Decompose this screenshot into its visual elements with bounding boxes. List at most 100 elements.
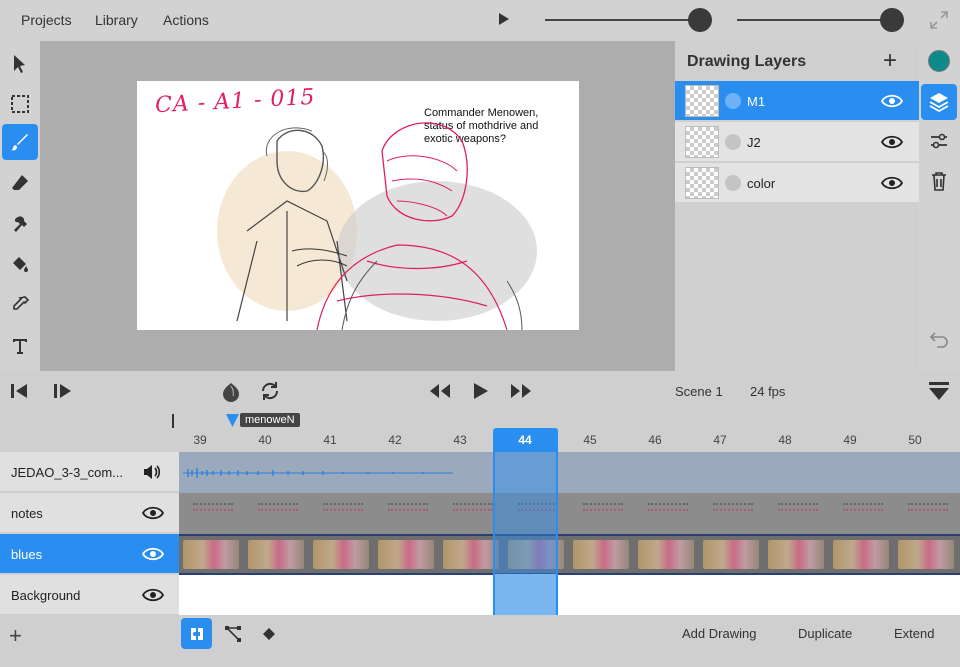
add-layer-button[interactable]: + — [883, 49, 897, 73]
track-blues[interactable]: blues — [0, 534, 179, 574]
rewind-icon[interactable] — [428, 382, 452, 400]
adjustments-button[interactable] — [921, 123, 957, 159]
note-cell[interactable] — [388, 503, 428, 511]
expand-icon[interactable] — [929, 10, 949, 30]
note-cell[interactable] — [778, 503, 818, 511]
timeline-marker-label[interactable]: menoweN — [240, 413, 300, 427]
add-track-button[interactable]: + — [9, 623, 22, 649]
canvas-area[interactable]: CA - A1 - 015 Commander Menowen, status … — [40, 41, 675, 371]
drawing-cell[interactable] — [313, 540, 369, 569]
drawing-cell[interactable] — [703, 540, 759, 569]
preview-play-icon[interactable] — [499, 13, 509, 25]
note-cell[interactable] — [453, 503, 493, 511]
marquee-icon — [11, 95, 29, 113]
undo-button[interactable] — [921, 321, 957, 357]
play-icon[interactable] — [471, 381, 489, 401]
smudge-tool[interactable] — [2, 206, 38, 242]
note-cell[interactable] — [713, 503, 753, 511]
keyframe-button[interactable] — [253, 618, 284, 649]
snap-button[interactable] — [181, 618, 212, 649]
brush-size-knob[interactable] — [688, 8, 712, 32]
duplicate-button[interactable]: Duplicate — [798, 626, 852, 641]
brush-size-slider[interactable] — [545, 19, 701, 21]
layer-settings-icon[interactable] — [725, 175, 741, 191]
track-audio[interactable]: JEDAO_3-3_com... — [0, 452, 179, 492]
note-cell[interactable] — [843, 503, 883, 511]
layer-row-color[interactable]: color — [675, 163, 919, 203]
brush-tool[interactable] — [2, 124, 38, 160]
fill-icon — [13, 257, 28, 272]
layer-settings-icon[interactable] — [725, 93, 741, 109]
note-cell[interactable] — [648, 503, 688, 511]
drawing-cell[interactable] — [833, 540, 889, 569]
collapse-icon[interactable] — [928, 381, 950, 401]
drawing-cell[interactable] — [443, 540, 499, 569]
drawing-cell[interactable] — [183, 540, 239, 569]
drawing-cell[interactable] — [768, 540, 824, 569]
menu-projects[interactable]: Projects — [21, 12, 72, 28]
layer-thumbnail — [685, 126, 719, 158]
fast-forward-icon[interactable] — [509, 382, 533, 400]
text-tool[interactable] — [2, 328, 38, 364]
layer-row-m1[interactable]: M1 — [675, 81, 919, 121]
timeline-ruler[interactable]: menoweN 39 40 41 42 43 44 45 46 47 48 49… — [0, 411, 960, 452]
onion-icon[interactable] — [220, 380, 242, 402]
note-cell[interactable] — [323, 503, 363, 511]
frame-number: 40 — [258, 433, 272, 447]
eye-icon[interactable] — [142, 587, 164, 603]
step-back-icon[interactable] — [9, 381, 29, 401]
motion-path-button[interactable] — [217, 618, 248, 649]
eye-icon[interactable] — [142, 546, 164, 562]
layer-settings-icon[interactable] — [725, 134, 741, 150]
fill-tool[interactable] — [2, 246, 38, 282]
track-notes[interactable]: notes — [0, 493, 179, 533]
opacity-knob[interactable] — [880, 8, 904, 32]
frame-number: 50 — [908, 433, 922, 447]
step-forward-icon[interactable] — [52, 381, 72, 401]
right-tool-column — [919, 41, 960, 371]
delete-layer-button[interactable] — [921, 163, 957, 199]
drawing-cell[interactable] — [898, 540, 954, 569]
eye-icon[interactable] — [881, 93, 903, 109]
frame-number: 49 — [843, 433, 857, 447]
track-background[interactable]: Background — [0, 575, 179, 615]
note-cell[interactable] — [908, 503, 948, 511]
menu-actions[interactable]: Actions — [163, 12, 209, 28]
drawing-cell[interactable] — [248, 540, 304, 569]
notes-track-content[interactable] — [179, 493, 960, 534]
note-cell[interactable] — [193, 503, 233, 511]
select-tool[interactable] — [2, 46, 38, 82]
eye-icon[interactable] — [881, 134, 903, 150]
note-cell[interactable] — [258, 503, 298, 511]
marquee-tool[interactable] — [2, 86, 38, 122]
opacity-slider[interactable] — [737, 19, 893, 21]
blues-track-content[interactable] — [179, 534, 960, 575]
sketch-drawing — [217, 122, 537, 330]
eye-icon[interactable] — [142, 505, 164, 521]
layers-button[interactable] — [921, 84, 957, 120]
background-track-content[interactable] — [179, 575, 960, 615]
sliders-icon — [931, 133, 947, 149]
drawing-cell[interactable] — [573, 540, 629, 569]
color-swatch[interactable] — [928, 50, 950, 72]
scene-label[interactable]: Scene 1 — [675, 384, 723, 399]
eraser-tool[interactable] — [2, 165, 38, 201]
menu-library[interactable]: Library — [95, 12, 138, 28]
add-drawing-button[interactable]: Add Drawing — [682, 626, 756, 641]
layer-row-j2[interactable]: J2 — [675, 122, 919, 162]
marker-flag-icon[interactable] — [226, 414, 239, 427]
brush-icon — [11, 134, 28, 151]
drawing-cell[interactable] — [378, 540, 434, 569]
loop-icon[interactable] — [259, 380, 281, 402]
speaker-icon[interactable] — [142, 464, 162, 480]
fps-label[interactable]: 24 fps — [750, 384, 785, 399]
artboard[interactable]: CA - A1 - 015 Commander Menowen, status … — [137, 81, 579, 330]
eyedropper-tool[interactable] — [2, 287, 38, 323]
eye-icon[interactable] — [881, 175, 903, 191]
audio-track-content[interactable] — [179, 452, 960, 493]
trash-icon — [932, 172, 946, 191]
extend-button[interactable]: Extend — [894, 626, 934, 641]
arrow-icon — [14, 55, 25, 73]
drawing-cell[interactable] — [638, 540, 694, 569]
note-cell[interactable] — [583, 503, 623, 511]
